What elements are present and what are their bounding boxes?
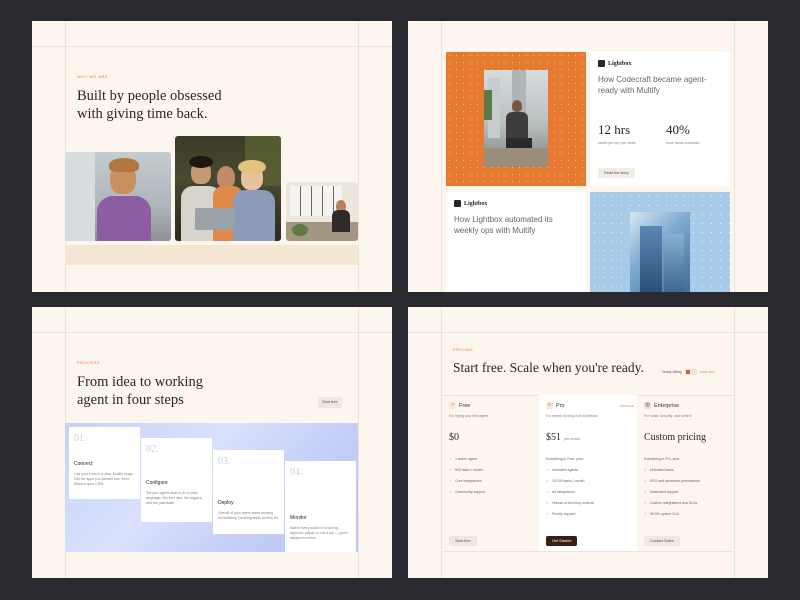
case-title: How Codecraft became agent-ready with Mu… — [598, 75, 707, 95]
feature-item: ✓ Dedicated support — [644, 490, 679, 494]
brand-lockup: Lightbox — [454, 200, 487, 207]
read-story-button[interactable]: Read the story — [598, 168, 635, 178]
feature-item: ✓ Human-in-the-loop controls — [546, 501, 595, 505]
stat-value-2: 40% — [666, 122, 690, 137]
brand-name: Lightbox — [608, 60, 632, 67]
feature-item: ✓ Community support — [449, 490, 486, 494]
billing-toggle[interactable] — [684, 369, 697, 375]
plan-price: $51 per month — [546, 432, 580, 443]
start-free-button[interactable]: Start free — [449, 536, 477, 546]
step-desc: Watch every action in a live log. Approv… — [290, 526, 349, 540]
billing-label: Yearly billing — [662, 370, 682, 374]
features-head: Everything in Free, plus: — [546, 457, 584, 461]
feature-item: ✓ SSO and advanced permissions — [644, 479, 700, 483]
feature-item: ✓ 1 active agent — [449, 457, 477, 461]
plan-name: Enterprise — [654, 402, 680, 409]
cube-icon — [598, 60, 605, 67]
plan-desc: For scale, security, and control — [644, 414, 692, 418]
section-heading: Start free. Scale when you're ready. — [453, 360, 644, 375]
section-eyebrow: PRICING — [453, 347, 474, 352]
step-title: Configure — [146, 480, 168, 486]
steps-area: 01. Connect Link your tools in a click. … — [65, 423, 358, 552]
plan-price: $0 — [449, 432, 459, 443]
lightning-icon: ϟ — [546, 402, 553, 409]
step-desc: Tell your agent what to do in plain lang… — [146, 491, 203, 505]
footer-band — [65, 245, 358, 265]
plan-enterprise: ▥ Enterprise For scale, security, and con… — [644, 402, 736, 542]
heading-line-1: From idea to working — [77, 374, 204, 390]
plan-period: per month — [564, 437, 580, 441]
step-card-3: 03. Deploy Overall of your agent starts … — [213, 450, 284, 534]
stat-value-1: 12 hrs — [598, 122, 631, 137]
brand-lockup: Lightbox — [598, 60, 631, 67]
feature-item: ✓ Priority support — [546, 512, 576, 516]
case-photo-orange — [446, 52, 586, 186]
start-free-button[interactable]: Start free — [318, 397, 342, 408]
heading-line-2: agent in four steps — [77, 392, 184, 408]
stat-label-2: more deals contacted — [666, 141, 700, 145]
panel-case-studies: Lightbox How Codecraft became agent-read… — [408, 21, 768, 292]
step-number: 04. — [290, 467, 303, 478]
section-eyebrow: PROCESS — [77, 360, 101, 365]
feature-item: ✓ Custom integrations and SLAs — [644, 501, 698, 505]
panel-pricing: PRICING Start free. Scale when you're re… — [408, 307, 768, 578]
cube-icon — [454, 200, 461, 207]
team-photo-1 — [65, 152, 171, 241]
team-photo-3 — [286, 182, 358, 241]
features-head: Everything in Pro, plus: — [644, 457, 680, 461]
billing-toggle-group: Yearly billing SAVE 15% — [662, 369, 714, 375]
plan-desc: For teams running real workflows — [546, 414, 598, 418]
plan-price: Custom pricing — [644, 432, 706, 443]
arrow-up-right-icon: ↗ — [449, 402, 456, 409]
case-card-codecraft[interactable]: Lightbox How Codecraft became agent-read… — [590, 52, 730, 186]
feature-item: ✓ 10,000 tasks / month — [546, 479, 585, 483]
case-card-lightbox[interactable]: Lightbox How Lightbox automated its week… — [446, 192, 586, 292]
billing-save-badge: SAVE 15% — [699, 370, 715, 374]
feature-item: ✓ 500 tasks / month — [449, 468, 483, 472]
feature-item: ✓ 99.9% uptime SLA — [644, 512, 679, 516]
popular-badge: POPULAR — [619, 404, 634, 408]
step-number: 03. — [218, 456, 231, 467]
step-number: 01. — [74, 433, 87, 444]
step-title: Deploy — [218, 500, 234, 506]
heading-line-2: with giving time back. — [77, 106, 208, 122]
step-title: Connect — [74, 461, 93, 467]
section-heading: From idea to working agent in four steps — [77, 373, 203, 409]
step-card-4: 04. Monitor Watch every action in a live… — [285, 461, 356, 552]
plan-pro: ϟ Pro POPULAR For teams running real work… — [546, 402, 638, 542]
plan-name: Free — [459, 402, 471, 409]
feature-item: ✓ All integrations — [546, 490, 575, 494]
step-desc: Overall of your agent starts working imm… — [218, 511, 279, 520]
plan-name: Pro — [556, 402, 565, 409]
case-photo-blue — [590, 192, 730, 292]
case-title: How Lightbox automated its weekly ops wi… — [454, 215, 553, 235]
feature-item: ✓ Unlimited tasks — [644, 468, 674, 472]
get-started-button[interactable]: Get Started — [546, 536, 578, 546]
step-number: 02. — [146, 444, 159, 455]
step-title: Monitor — [290, 515, 307, 521]
panel-team: WHY WE ARE Built by people obsessed with… — [32, 21, 392, 292]
team-photo-2 — [175, 136, 281, 241]
stat-label-1: saved per rep, per week — [598, 141, 636, 145]
step-card-1: 01. Connect Link your tools in a click. … — [69, 427, 140, 499]
section-heading: Built by people obsessed with giving tim… — [77, 87, 222, 123]
building-icon: ▥ — [644, 402, 651, 409]
feature-item: ✓ Core integrations — [449, 479, 482, 483]
heading-line-1: Built by people obsessed — [77, 88, 222, 104]
feature-item: ✓ Unlimited agents — [546, 468, 579, 472]
plan-desc: For trying your first agent — [449, 414, 488, 418]
step-card-2: 02. Configure Tell your agent what to do… — [141, 438, 212, 522]
step-desc: Link your tools in a click. Multify plug… — [74, 472, 133, 486]
brand-name: Lightbox — [464, 200, 488, 207]
section-eyebrow: WHY WE ARE — [77, 74, 108, 79]
panel-process: PROCESS From idea to working agent in fo… — [32, 307, 392, 578]
plan-free: ↗ Free For trying your first agent $0 ✓ 1 … — [449, 402, 541, 542]
contact-sales-button[interactable]: Contact Sales — [644, 536, 680, 546]
photo-glass-tower — [630, 212, 690, 292]
photo-businessman — [484, 70, 548, 167]
